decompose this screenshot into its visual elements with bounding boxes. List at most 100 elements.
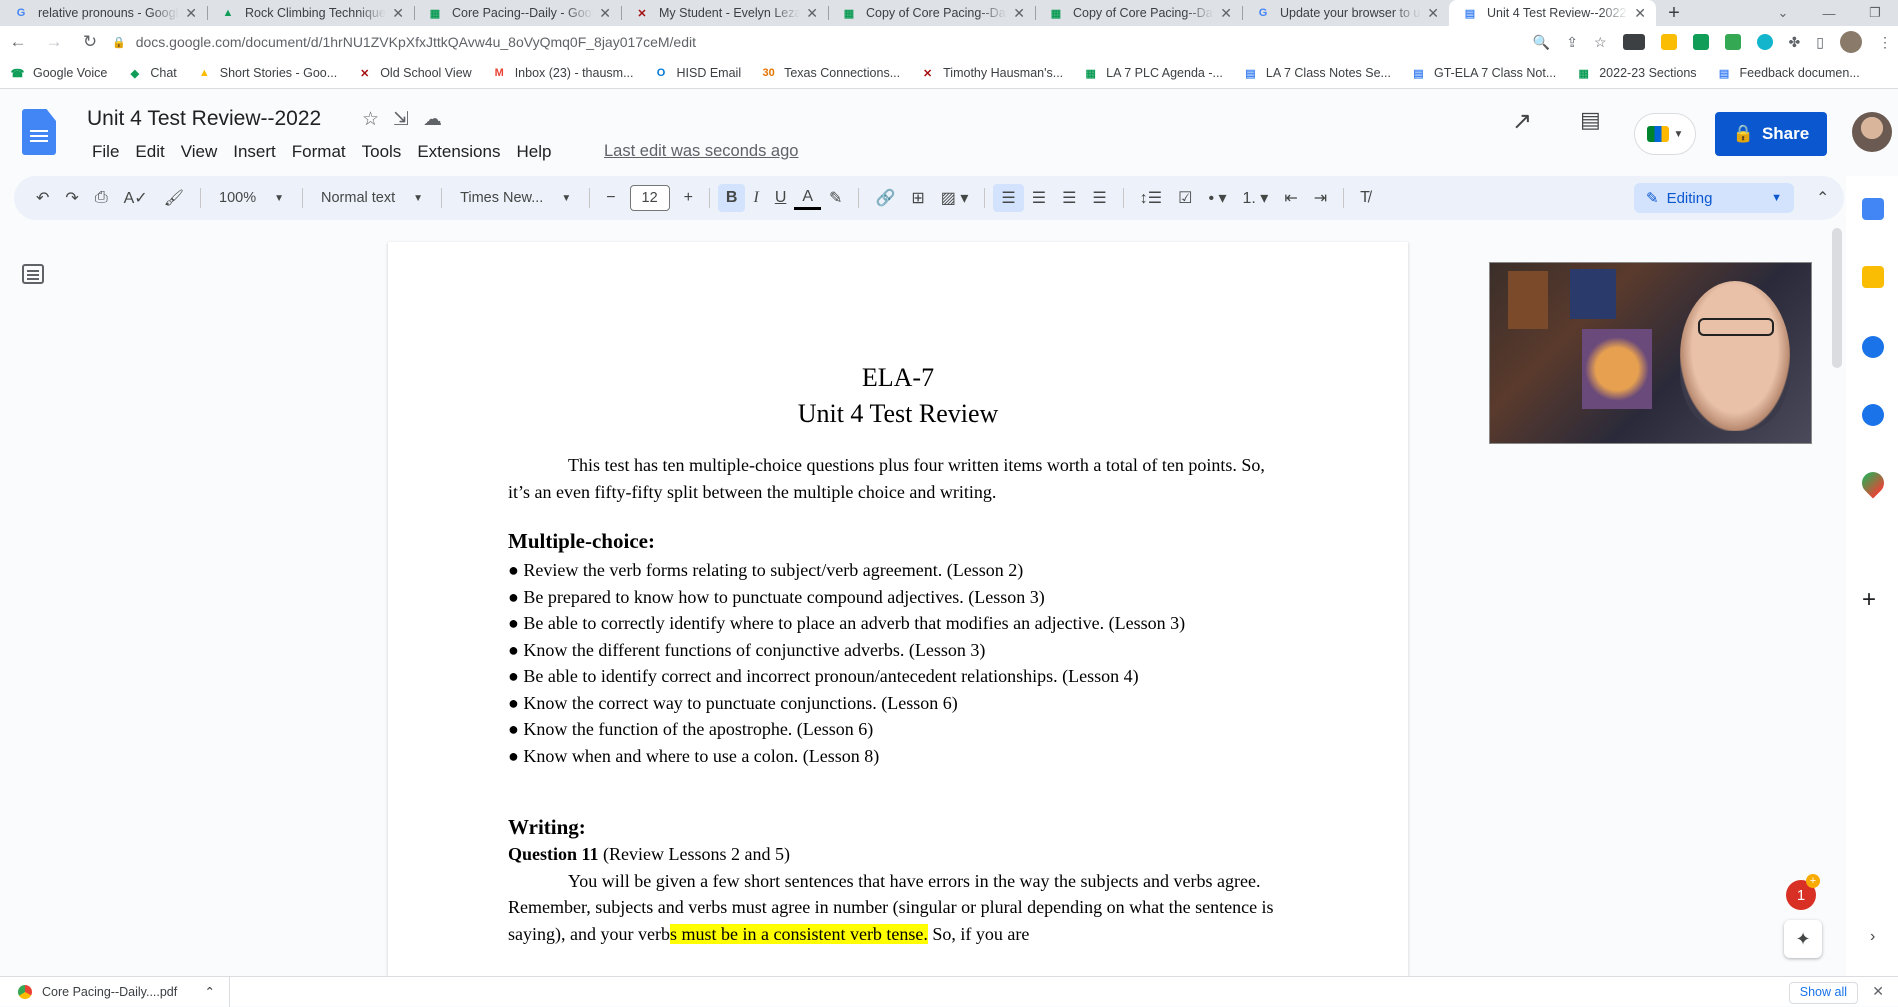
vertical-scrollbar[interactable]	[1832, 228, 1842, 368]
browser-tab[interactable]: G Update your browser to us ✕	[1242, 0, 1449, 26]
undo-icon[interactable]: ↶	[28, 184, 57, 212]
comment-history-icon[interactable]: ▤	[1580, 107, 1601, 133]
font-size-input[interactable]: 12	[629, 185, 670, 211]
underline-icon[interactable]: U	[767, 184, 795, 212]
browser-tab[interactable]: ▦ Core Pacing--Daily - Goog ✕	[414, 0, 621, 26]
bookmark-item[interactable]: M Inbox (23) - thausm...	[492, 66, 634, 81]
font-select[interactable]: Times New... ▼	[450, 190, 581, 206]
close-icon[interactable]: ✕	[599, 5, 611, 22]
align-center-icon[interactable]: ☰	[1024, 184, 1054, 212]
move-folder-icon[interactable]: ⇲	[393, 108, 409, 131]
bookmark-item[interactable]: 30 Texas Connections...	[761, 66, 900, 81]
bookmark-item[interactable]: ✕ Timothy Hausman's...	[920, 66, 1063, 81]
menu-item-file[interactable]: File	[84, 142, 127, 162]
docs-logo-icon[interactable]	[22, 109, 56, 155]
menu-item-insert[interactable]: Insert	[225, 142, 284, 162]
menu-item-extensions[interactable]: Extensions	[409, 142, 508, 162]
calendar-icon[interactable]	[1862, 198, 1884, 220]
menu-item-view[interactable]: View	[173, 142, 226, 162]
profile-avatar[interactable]	[1840, 31, 1862, 53]
align-left-icon[interactable]: ☰	[993, 184, 1024, 212]
menu-item-tools[interactable]: Tools	[354, 142, 410, 162]
meet-button[interactable]: ▼	[1634, 113, 1696, 155]
browser-tab[interactable]: ▦ Copy of Core Pacing--Daily ✕	[1035, 0, 1242, 26]
insert-image-icon[interactable]: ▨ ▾	[933, 184, 977, 212]
bookmark-item[interactable]: ✕ Old School View	[357, 66, 472, 81]
forward-icon[interactable]: →	[36, 32, 72, 52]
browser-tab[interactable]: ▤ Unit 4 Test Review--2022 - ✕	[1449, 0, 1656, 26]
zoom-select[interactable]: 100% ▼	[209, 190, 294, 206]
decrease-size-icon[interactable]: −	[598, 184, 623, 212]
bookmark-item[interactable]: ☎ Google Voice	[10, 66, 108, 81]
close-icon[interactable]: ✕	[806, 5, 818, 22]
keep-icon[interactable]	[1862, 266, 1884, 288]
browser-tab[interactable]: Grelative pronouns - Google ✕	[0, 0, 207, 26]
line-spacing-icon[interactable]: ↕☰	[1132, 184, 1170, 212]
document-outline-icon[interactable]	[22, 264, 44, 284]
star-icon[interactable]: ☆	[1594, 34, 1607, 51]
puzzle-icon[interactable]: ✤	[1789, 34, 1801, 51]
bookmark-item[interactable]: ▦ 2022-23 Sections	[1576, 66, 1697, 81]
spellcheck-icon[interactable]: A✓	[116, 184, 156, 212]
explore-icon[interactable]: ✦	[1784, 920, 1822, 958]
close-icon[interactable]: ✕	[1427, 5, 1439, 22]
new-tab-icon[interactable]: +	[1656, 0, 1692, 26]
chevron-down-icon[interactable]: ⌄	[1760, 5, 1806, 21]
chevron-up-icon[interactable]: ⌃	[1816, 188, 1829, 208]
italic-icon[interactable]: I	[745, 184, 766, 212]
star-icon[interactable]: ☆	[362, 108, 379, 131]
bookmark-item[interactable]: ▦ LA 7 PLC Agenda -...	[1083, 66, 1222, 81]
paint-format-icon[interactable]: 🖌	[156, 184, 192, 212]
zoom-lens-icon[interactable]: 🔍	[1533, 34, 1550, 51]
reload-icon[interactable]: ↻	[72, 32, 108, 52]
side-panel-icon[interactable]: ▯	[1816, 34, 1824, 51]
account-avatar[interactable]	[1852, 112, 1892, 152]
kebab-menu-icon[interactable]: ⋮	[1878, 34, 1892, 51]
cloud-status-icon[interactable]: ☁	[423, 108, 442, 131]
menu-item-format[interactable]: Format	[284, 142, 354, 162]
close-icon[interactable]: ✕	[185, 5, 197, 22]
minimize-icon[interactable]: —	[1806, 6, 1852, 21]
bookmark-item[interactable]: ▤ Feedback documen...	[1717, 66, 1860, 81]
checklist-icon[interactable]: ☑	[1170, 184, 1200, 212]
close-icon[interactable]: ✕	[392, 5, 404, 22]
bookmark-item[interactable]: O HISD Email	[654, 66, 741, 81]
menu-item-edit[interactable]: Edit	[127, 142, 172, 162]
restore-icon[interactable]: ❐	[1852, 5, 1898, 21]
contacts-icon[interactable]	[1862, 404, 1884, 426]
browser-tab[interactable]: ▦ Copy of Core Pacing--Daily ✕	[828, 0, 1035, 26]
share-page-icon[interactable]: ⇪	[1566, 34, 1578, 51]
sheets-extension-icon[interactable]	[1692, 34, 1709, 50]
maps-icon[interactable]	[1857, 467, 1889, 499]
close-icon[interactable]: ✕	[1220, 5, 1232, 22]
redo-icon[interactable]: ↷	[57, 184, 86, 212]
activity-trend-icon[interactable]: ↗	[1512, 107, 1532, 136]
browser-tab[interactable]: ▲ Rock Climbing Techniques ✕	[207, 0, 414, 26]
editing-mode-select[interactable]: ✎ Editing ▼	[1634, 183, 1794, 213]
align-right-icon[interactable]: ☰	[1054, 184, 1084, 212]
increase-size-icon[interactable]: +	[676, 184, 701, 212]
bookmark-item[interactable]: ▲ Short Stories - Goo...	[197, 66, 337, 81]
share-button[interactable]: 🔒 Share	[1715, 112, 1827, 156]
highlight-icon[interactable]: ✎	[821, 184, 850, 212]
link-icon[interactable]: 🔗	[867, 184, 903, 212]
text-color-icon[interactable]: A	[794, 186, 822, 210]
add-comment-icon[interactable]: ⊞	[903, 184, 932, 212]
download-item[interactable]: Core Pacing--Daily....pdf ⌃	[0, 976, 230, 1007]
increase-indent-icon[interactable]: ⇥	[1306, 184, 1335, 212]
print-icon[interactable]: ⎙	[87, 184, 116, 212]
paragraph-style-select[interactable]: Normal text ▼	[311, 190, 433, 206]
document-page[interactable]: ELA-7 Unit 4 Test Review This test has t…	[388, 242, 1408, 982]
tasks-icon[interactable]	[1862, 336, 1884, 358]
last-edit-link[interactable]: Last edit was seconds ago	[604, 142, 798, 161]
leaf-extension-icon[interactable]	[1724, 34, 1741, 50]
beta-extension-icon[interactable]	[1622, 34, 1645, 50]
bold-icon[interactable]: B	[717, 184, 746, 212]
bulleted-list-icon[interactable]: • ▾	[1200, 184, 1234, 212]
show-all-button[interactable]: Show all	[1788, 982, 1858, 1004]
close-icon[interactable]: ✕	[1013, 5, 1025, 22]
add-addon-icon[interactable]: +	[1862, 586, 1876, 614]
url-field[interactable]: 🔒 docs.google.com/document/d/1hrNU1ZVKpX…	[112, 30, 1552, 54]
drop-extension-icon[interactable]	[1756, 34, 1773, 50]
bookmark-item[interactable]: ▤ GT-ELA 7 Class Not...	[1411, 66, 1556, 81]
